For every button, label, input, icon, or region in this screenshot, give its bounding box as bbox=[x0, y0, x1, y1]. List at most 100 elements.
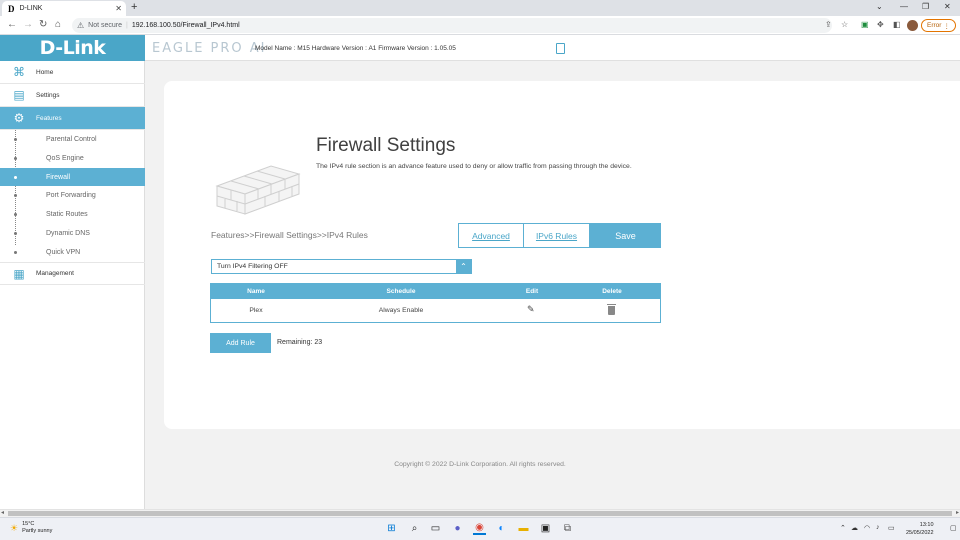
dlink-logo: D-Link bbox=[39, 37, 106, 59]
ipv6-rules-button[interactable]: IPv6 Rules bbox=[523, 223, 590, 248]
sidebar-item-label: QoS Engine bbox=[46, 154, 84, 162]
chrome-icon[interactable]: ◉ bbox=[473, 522, 486, 535]
battery-icon[interactable]: ▭ bbox=[888, 524, 895, 532]
sidebar-item-dynamic-dns[interactable]: Dynamic DNS bbox=[0, 224, 145, 242]
error-button[interactable]: Error ⋮ bbox=[921, 19, 956, 32]
features-icon: ⚙ bbox=[13, 111, 25, 125]
remaining-count: Remaining: 23 bbox=[277, 339, 323, 346]
close-tab-icon[interactable]: ✕ bbox=[115, 4, 122, 13]
sidebar-item-parental-control[interactable]: Parental Control bbox=[0, 130, 145, 148]
share-icon[interactable]: ⇪ bbox=[825, 20, 832, 29]
dlink-logo-banner[interactable]: D-Link bbox=[0, 35, 145, 61]
new-tab-icon[interactable]: + bbox=[131, 1, 137, 13]
page-description: The IPv4 rule section is an advance feat… bbox=[316, 163, 632, 170]
horizontal-scrollbar[interactable]: ◂ ▸ bbox=[0, 509, 960, 517]
warning-icon[interactable]: ⚠ bbox=[77, 21, 84, 30]
rule-name: Plex bbox=[249, 307, 263, 314]
add-rule-button[interactable]: Add Rule bbox=[210, 333, 271, 353]
sidebar-item-settings[interactable]: ▤ Settings bbox=[0, 84, 145, 107]
sidebar-item-qos-engine[interactable]: QoS Engine bbox=[0, 149, 145, 167]
save-label: Save bbox=[615, 230, 636, 241]
extension-icon[interactable]: ▣ bbox=[861, 20, 869, 29]
sidebar-item-label: Quick VPN bbox=[46, 248, 81, 256]
sidebar-item-quick-vpn[interactable]: Quick VPN bbox=[0, 243, 145, 261]
cloud-icon[interactable]: ☁ bbox=[851, 524, 858, 532]
ipv4-filter-select[interactable]: Turn IPv4 Filtering OFF ⌃ bbox=[211, 259, 472, 274]
search-icon[interactable]: ⌕ bbox=[408, 522, 421, 535]
url-separator: | bbox=[126, 22, 128, 29]
minimize-icon[interactable]: — bbox=[900, 2, 908, 11]
sidebar-item-management[interactable]: ▦ Management bbox=[0, 262, 145, 285]
side-panel-icon[interactable]: ◧ bbox=[893, 20, 901, 29]
clock-date: 25/05/2022 bbox=[906, 530, 934, 536]
volume-icon[interactable]: ♪ bbox=[876, 524, 880, 531]
close-window-icon[interactable]: ✕ bbox=[944, 2, 951, 11]
chevron-up-icon[interactable]: ⌃ bbox=[456, 260, 471, 273]
forward-icon[interactable]: → bbox=[23, 19, 33, 30]
scrollbar-thumb[interactable] bbox=[8, 511, 952, 516]
sidebar-item-label: Settings bbox=[36, 91, 60, 99]
browser-tab[interactable]: D D-LINK ✕ bbox=[2, 1, 126, 16]
scroll-left-icon[interactable]: ◂ bbox=[1, 509, 4, 516]
dlink-favicon-icon: D bbox=[8, 3, 15, 14]
extensions-puzzle-icon[interactable]: ✥ bbox=[877, 20, 884, 29]
weather-widget[interactable]: ☀ 15°C Partly sunny bbox=[10, 521, 52, 535]
home-icon[interactable]: ⌂ bbox=[55, 19, 61, 30]
back-icon[interactable]: ← bbox=[7, 19, 17, 30]
ipv6-rules-label: IPv6 Rules bbox=[535, 230, 578, 241]
system-log-icon[interactable] bbox=[556, 43, 565, 54]
product-name: EAGLE PRO AI bbox=[152, 41, 267, 56]
address-bar[interactable]: ⚠ Not secure | 192.168.100.50/Firewall_I… bbox=[72, 18, 832, 33]
notification-icon[interactable]: ▢ bbox=[950, 524, 957, 532]
weather-text: Partly sunny bbox=[22, 528, 53, 534]
browser-toolbar: ← → ↻ ⌂ ⚠ Not secure | 192.168.100.50/Fi… bbox=[0, 16, 960, 35]
sidebar-item-label: Static Routes bbox=[46, 210, 88, 218]
menu-dots-icon: ⋮ bbox=[943, 22, 950, 30]
scroll-right-icon[interactable]: ▸ bbox=[956, 509, 959, 516]
browser-tab-bar: D D-LINK ✕ + ⌄ — ❐ ✕ bbox=[0, 0, 960, 16]
tree-dot bbox=[14, 137, 17, 141]
sidebar-item-home[interactable]: ⌘ Home bbox=[0, 61, 145, 84]
save-button[interactable]: Save bbox=[590, 223, 661, 248]
bookmark-star-icon[interactable]: ☆ bbox=[841, 20, 848, 29]
task-view-icon[interactable]: ▭ bbox=[429, 522, 442, 535]
url-text: 192.168.100.50/Firewall_IPv4.html bbox=[131, 22, 240, 29]
home-network-icon: ⌘ bbox=[13, 65, 25, 79]
network-app-icon[interactable]: ⧉ bbox=[561, 522, 574, 535]
brand-bar: EAGLE PRO AI Model Name : M15 Hardware V… bbox=[145, 35, 960, 61]
temperature: 15°C bbox=[22, 521, 35, 527]
rule-schedule: Always Enable bbox=[378, 307, 424, 314]
terminal-icon[interactable]: ▣ bbox=[539, 522, 552, 535]
chevron-up-tray-icon[interactable]: ⌃ bbox=[840, 524, 846, 532]
sidebar-item-features[interactable]: ⚙ Features bbox=[0, 107, 145, 130]
file-explorer-icon[interactable]: ▬ bbox=[517, 522, 530, 535]
sidebar-item-label: Dynamic DNS bbox=[46, 229, 90, 237]
edit-pencil-icon[interactable]: ✎ bbox=[527, 304, 535, 315]
profile-avatar[interactable] bbox=[907, 20, 918, 31]
security-label: Not secure bbox=[88, 22, 123, 29]
tree-dot bbox=[14, 175, 17, 179]
sidebar-item-label: Features bbox=[36, 114, 62, 122]
tab-search-icon[interactable]: ⌄ bbox=[876, 2, 883, 11]
clock-time: 13:10 bbox=[919, 522, 934, 528]
start-icon[interactable]: ⊞ bbox=[385, 522, 398, 535]
copyright-text: Copyright © 2022 D-Link Corporation. All… bbox=[394, 461, 566, 468]
delete-trash-icon[interactable] bbox=[607, 304, 616, 315]
error-label: Error bbox=[927, 22, 942, 29]
chat-icon[interactable]: ● bbox=[451, 522, 464, 535]
add-rule-label: Add Rule bbox=[226, 339, 255, 347]
settings-icon: ▤ bbox=[13, 88, 25, 102]
wifi-icon[interactable]: ◠ bbox=[864, 524, 870, 532]
rules-table: Name Schedule Edit Delete Plex Always En… bbox=[210, 283, 661, 323]
sidebar-item-firewall[interactable]: Firewall bbox=[0, 168, 145, 186]
edge-icon[interactable]: ◐ bbox=[495, 522, 508, 535]
taskbar: ☀ 15°C Partly sunny ⊞ ⌕ ▭ ● ◉ ◐ ▬ ▣ ⧉ ⌃ … bbox=[0, 517, 960, 540]
sidebar-item-port-forwarding[interactable]: Port Forwarding bbox=[0, 186, 145, 204]
system-clock[interactable]: 13:10 25/05/2022 bbox=[906, 521, 934, 537]
restore-icon[interactable]: ❐ bbox=[922, 2, 929, 11]
tree-dot bbox=[14, 231, 17, 235]
column-header-edit: Edit bbox=[525, 288, 539, 295]
sidebar-item-static-routes[interactable]: Static Routes bbox=[0, 205, 145, 223]
reload-icon[interactable]: ↻ bbox=[39, 19, 47, 30]
advanced-button[interactable]: Advanced bbox=[458, 223, 524, 248]
